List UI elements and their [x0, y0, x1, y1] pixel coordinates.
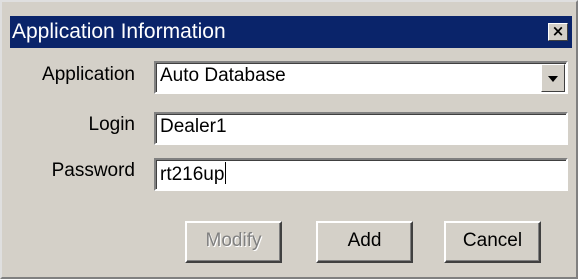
- login-input-value: Dealer1: [160, 116, 227, 137]
- application-selected-value: Auto Database: [160, 65, 286, 86]
- add-button[interactable]: Add: [316, 221, 413, 263]
- login-field[interactable]: Dealer1: [154, 112, 568, 145]
- password-input-value: rt216up: [160, 162, 227, 186]
- text-caret: [225, 162, 227, 184]
- cancel-button[interactable]: Cancel: [444, 221, 541, 263]
- close-button[interactable]: ×: [548, 23, 568, 41]
- password-text: rt216up: [160, 164, 225, 185]
- application-info-dialog: Application Information × Application Au…: [0, 0, 578, 279]
- application-dropdown[interactable]: Auto Database: [154, 61, 568, 94]
- dropdown-button[interactable]: [541, 64, 565, 92]
- chevron-down-icon: [548, 76, 558, 82]
- password-field[interactable]: rt216up: [154, 158, 568, 191]
- title-bar[interactable]: Application Information ×: [10, 16, 572, 48]
- application-label: Application: [42, 64, 135, 85]
- close-icon: ×: [551, 22, 565, 40]
- login-label: Login: [88, 114, 136, 135]
- dialog-title: Application Information: [12, 20, 226, 43]
- password-label: Password: [51, 160, 135, 181]
- modify-button[interactable]: Modify: [185, 221, 282, 263]
